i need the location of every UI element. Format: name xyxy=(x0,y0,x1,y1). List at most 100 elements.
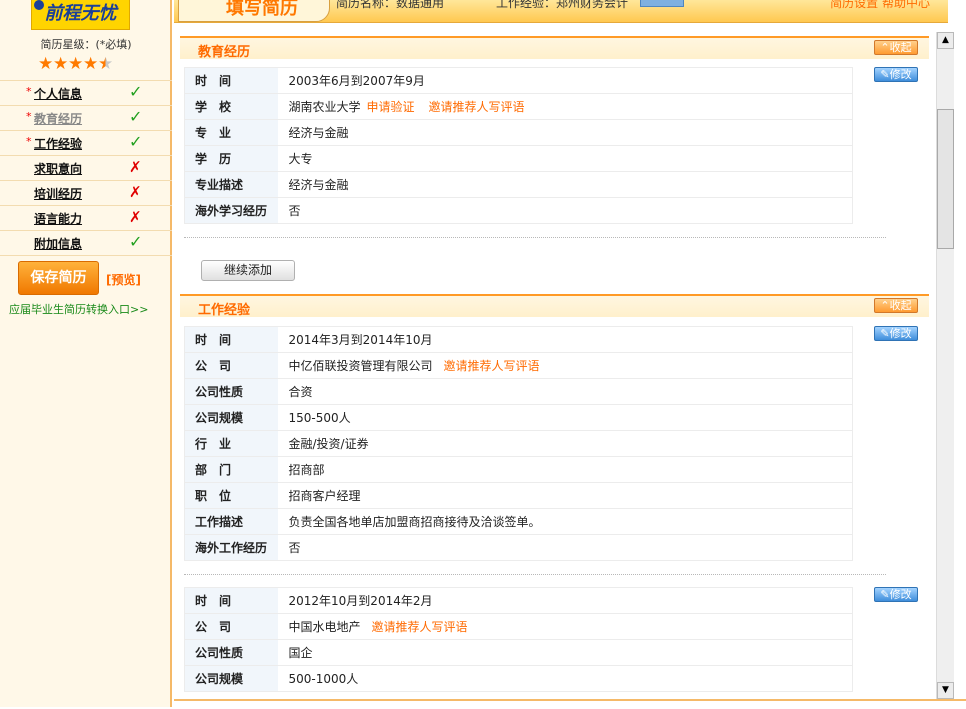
field-value: 500-1000人 xyxy=(277,665,853,692)
resume-header-bar: 填写简历 简历名称：数据通用 工作经验：郑州财务会计 简历设置 帮助中心 xyxy=(174,0,948,23)
sidebar-item-job-intention[interactable]: 求职意向 ✗ xyxy=(0,155,172,180)
star-icon: ★ xyxy=(83,54,99,74)
resume-name-text: 简历名称：数据通用 xyxy=(336,0,445,10)
table-row: 专业描述 经济与金融 xyxy=(184,171,853,198)
pencil-icon: ✎ xyxy=(880,68,890,81)
sidebar-item-personal-info[interactable]: * 个人信息 ✓ xyxy=(0,80,172,105)
table-row: 学 历大专 xyxy=(184,145,853,172)
table-row: 工作描述 负责全国各地单店加盟商招商接待及洽谈签单。 xyxy=(184,508,853,535)
check-icon: ✓ xyxy=(129,132,143,151)
pencil-icon: ✎ xyxy=(880,588,890,601)
table-row: 海外学习经历否 xyxy=(184,197,853,224)
field-value: 合资 xyxy=(277,378,853,405)
scroll-up-arrow-icon[interactable]: ▲ xyxy=(937,32,954,49)
table-row: 公司性质 合资 xyxy=(184,378,853,405)
scroll-down-arrow-icon[interactable]: ▼ xyxy=(937,682,954,699)
field-value: 负责全国各地单店加盟商招商接待及洽谈签单。 xyxy=(277,508,853,535)
sidebar-item-label[interactable]: 工作经验 xyxy=(34,135,82,152)
invite-referee-link[interactable]: 邀请推荐人写评语 xyxy=(429,100,525,114)
modify-label: 修改 xyxy=(889,327,912,340)
check-icon: ✓ xyxy=(129,82,143,101)
collapse-button[interactable]: ⌃收起 xyxy=(874,40,918,55)
sidebar-item-label[interactable]: 个人信息 xyxy=(34,85,82,102)
school-name: 湖南农业大学 xyxy=(288,100,361,114)
table-row: 海外工作经历否 xyxy=(184,534,853,561)
field-label: 工作描述 xyxy=(184,508,278,535)
field-label: 专 业 xyxy=(184,119,278,146)
field-label: 专业描述 xyxy=(184,171,278,198)
company-name: 中亿佰联投资管理有限公司 xyxy=(288,359,433,373)
star-icon: ★ xyxy=(53,54,69,74)
work-section-header: 工作经验 ⌃收起 xyxy=(180,294,929,318)
field-value: 中亿佰联投资管理有限公司 邀请推荐人写评语 xyxy=(277,352,853,379)
field-value: 中国水电地产 邀请推荐人写评语 xyxy=(277,613,853,640)
field-value: 否 xyxy=(277,197,853,224)
invite-referee-link[interactable]: 邀请推荐人写评语 xyxy=(372,620,468,634)
table-row: 部 门招商部 xyxy=(184,456,853,483)
required-marker: * xyxy=(26,110,32,123)
scrollbar-thumb[interactable] xyxy=(937,109,954,249)
field-label: 公 司 xyxy=(184,352,278,379)
star-icon: ★ xyxy=(38,54,54,74)
continue-add-button[interactable]: 继续添加 xyxy=(201,260,295,281)
modify-label: 修改 xyxy=(889,68,912,81)
field-value: 国企 xyxy=(277,639,853,666)
table-row: 专 业经济与金融 xyxy=(184,119,853,146)
header-links[interactable]: 简历设置 帮助中心 xyxy=(830,0,930,11)
table-row: 时 间 2012年10月到2014年2月 xyxy=(184,587,853,614)
pencil-icon: ✎ xyxy=(880,327,890,340)
field-label: 海外学习经历 xyxy=(184,197,278,224)
field-value: 经济与金融 xyxy=(277,171,853,198)
field-label: 行 业 xyxy=(184,430,278,457)
section-title: 工作经验 xyxy=(198,303,251,318)
sidebar-item-language[interactable]: 语言能力 ✗ xyxy=(0,205,172,230)
sidebar-item-label[interactable]: 语言能力 xyxy=(34,210,82,227)
table-row: 公 司中国水电地产 邀请推荐人写评语 xyxy=(184,613,853,640)
sidebar-item-label[interactable]: 教育经历 xyxy=(34,110,82,127)
field-value: 招商客户经理 xyxy=(277,482,853,509)
edit-job-1-button[interactable]: ✎修改 xyxy=(874,326,918,341)
sidebar-item-label[interactable]: 求职意向 xyxy=(34,160,82,177)
preview-link[interactable]: [预览] xyxy=(106,271,141,288)
required-marker: * xyxy=(26,85,32,98)
field-value: 湖南农业大学 申请验证 邀请推荐人写评语 xyxy=(277,93,853,120)
save-resume-button[interactable]: 保存简历 xyxy=(18,261,99,295)
cross-icon: ✗ xyxy=(129,158,142,176)
51job-logo[interactable]: 前程无忧 xyxy=(31,0,130,30)
edit-job-2-button[interactable]: ✎修改 xyxy=(874,587,918,602)
collapse-button[interactable]: ⌃收起 xyxy=(874,298,918,313)
divider xyxy=(184,237,886,238)
page-title: 填写简历 xyxy=(226,0,298,19)
table-row: 时 间 2014年3月到2014年10月 xyxy=(184,326,853,353)
invite-referee-link[interactable]: 邀请推荐人写评语 xyxy=(444,359,540,373)
sidebar-item-training[interactable]: 培训经历 ✗ xyxy=(0,180,172,205)
check-icon: ✓ xyxy=(129,107,143,126)
divider xyxy=(184,574,886,575)
table-row: 职 位招商客户经理 xyxy=(184,482,853,509)
cross-icon: ✗ xyxy=(129,208,142,226)
field-label: 职 位 xyxy=(184,482,278,509)
resume-sidebar: 前程无忧 简历星级：(*必填) ★★★★★ * 个人信息 ✓ * 教育经历 ✓ … xyxy=(0,0,172,707)
header-edit-button[interactable] xyxy=(640,0,684,7)
sidebar-item-education[interactable]: * 教育经历 ✓ xyxy=(0,105,172,130)
sidebar-item-label[interactable]: 附加信息 xyxy=(34,235,82,252)
table-row: 时 间 2003年6月到2007年9月 xyxy=(184,67,853,94)
field-label: 时 间 xyxy=(184,587,278,614)
field-value: 否 xyxy=(277,534,853,561)
apply-verify-link[interactable]: 申请验证 xyxy=(367,100,415,114)
field-value: 经济与金融 xyxy=(277,119,853,146)
field-label: 公司规模 xyxy=(184,404,278,431)
edit-education-button[interactable]: ✎修改 xyxy=(874,67,918,82)
graduate-resume-link[interactable]: 应届毕业生简历转换入口>> xyxy=(9,301,148,317)
field-label: 部 门 xyxy=(184,456,278,483)
sidebar-item-label[interactable]: 培训经历 xyxy=(34,185,82,202)
sidebar-item-work-experience[interactable]: * 工作经验 ✓ xyxy=(0,130,172,155)
field-value: 金融/投资/证券 xyxy=(277,430,853,457)
field-value: 150-500人 xyxy=(277,404,853,431)
vertical-scrollbar[interactable]: ▲ ▼ xyxy=(936,32,954,699)
sidebar-item-additional-info[interactable]: 附加信息 ✓ xyxy=(0,230,172,256)
half-star-icon: ★ xyxy=(98,54,114,74)
collapse-label: 收起 xyxy=(889,299,912,312)
star-icon: ★ xyxy=(68,54,84,74)
section-title: 教育经历 xyxy=(198,45,251,60)
